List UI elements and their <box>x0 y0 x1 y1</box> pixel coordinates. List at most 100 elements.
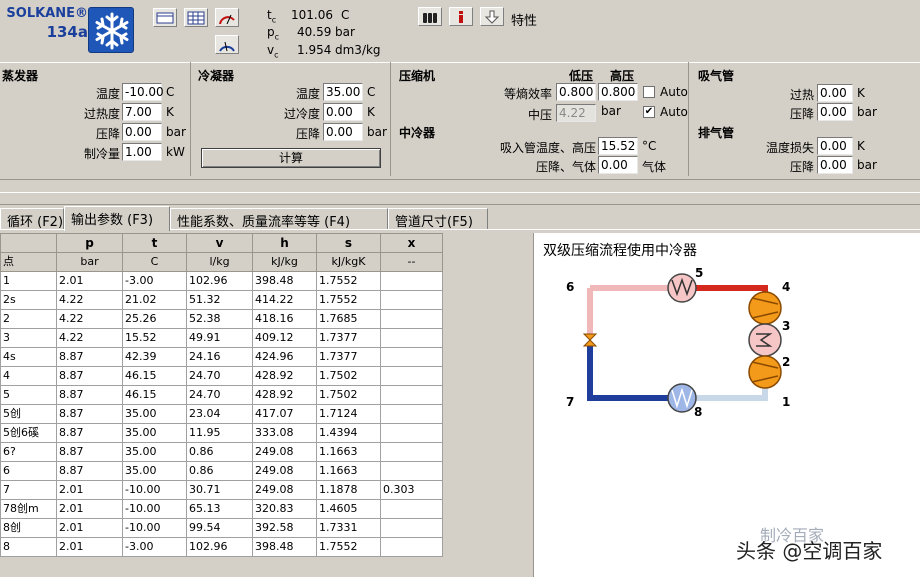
table-row[interactable]: 4 8.87 46.15 24.70 428.92 1.7502 <box>0 366 443 386</box>
table-row[interactable]: 5创6磎 8.87 35.00 11.95 333.08 1.4394 <box>0 423 443 443</box>
table-cell: 1.7124 <box>316 404 381 424</box>
cylinders-icon[interactable] <box>418 7 442 26</box>
table-cell: 35.00 <box>122 461 187 481</box>
mid-pressure-input[interactable]: 4.22 <box>556 104 596 122</box>
prop-tc: tc 101.06 C <box>267 8 350 25</box>
auto-mid-pressure-checkbox[interactable]: ✔ <box>643 106 655 118</box>
table-cell: 8 <box>0 537 57 557</box>
cond-temp-label: 温度 <box>295 87 320 101</box>
table-cell: 398.48 <box>252 537 317 557</box>
evap-capacity-label: 制冷量 <box>83 147 120 161</box>
tab-performance[interactable]: 性能系数、质量流率等等 (F4) <box>170 208 388 230</box>
table-cell: 1.7552 <box>316 537 381 557</box>
auto-efficiency-label: Auto <box>660 85 688 99</box>
table-cell: 30.71 <box>186 480 253 500</box>
evap-capacity-input[interactable]: 1.00 <box>122 143 162 161</box>
calculate-button[interactable]: 计算 <box>201 148 381 168</box>
down-arrow-icon[interactable] <box>480 7 504 26</box>
high-pressure-label: 高压 <box>610 69 635 83</box>
auto-efficiency-checkbox[interactable] <box>643 86 655 98</box>
evap-temp-input[interactable]: -10.00 <box>122 83 164 101</box>
table-row[interactable]: 5 8.87 46.15 24.70 428.92 1.7502 <box>0 385 443 405</box>
table-cell: -10.00 <box>122 480 187 500</box>
tab-pipe-sizes[interactable]: 管道尺寸(F5) <box>388 208 488 230</box>
table-cell: 1 <box>0 271 57 291</box>
evaporator-icon <box>667 383 697 413</box>
info-icon[interactable] <box>449 7 473 26</box>
table-cell: 102.96 <box>186 271 253 291</box>
table-row[interactable]: 4s 8.87 42.39 24.16 424.96 1.7377 <box>0 347 443 367</box>
suction-drop-input[interactable]: 0.00 <box>817 103 853 121</box>
table-cell: 4 <box>0 366 57 386</box>
table-row[interactable]: 6? 8.87 35.00 0.86 249.08 1.1663 <box>0 442 443 462</box>
table-units-row: 点 bar Cl/kg kJ/kg kJ/kgK -- <box>0 252 443 272</box>
table-cell: 1.7552 <box>316 271 381 291</box>
table-row[interactable]: 7 2.01 -10.00 30.71 249.08 1.1878 0.303 <box>0 480 443 500</box>
table-row[interactable]: 5创 8.87 35.00 23.04 417.07 1.7124 <box>0 404 443 424</box>
intercooler-drop-input[interactable]: 0.00 <box>598 156 638 174</box>
discharge-line-title: 排气管 <box>698 126 735 140</box>
cond-drop-input[interactable]: 0.00 <box>323 123 363 141</box>
gauge-icon[interactable] <box>215 8 239 27</box>
table-row[interactable]: 8 2.01 -3.00 102.96 398.48 1.7552 <box>0 537 443 557</box>
cond-drop-label: 压降 <box>295 127 320 141</box>
panel-splitter[interactable] <box>0 179 920 193</box>
evap-superheat-input[interactable]: 7.00 <box>122 103 162 121</box>
properties-label: 特性 <box>511 14 538 29</box>
table-row[interactable]: 2s 4.22 21.02 51.32 414.22 1.7552 <box>0 290 443 310</box>
table-cell: 2.01 <box>56 271 123 291</box>
discharge-drop-input[interactable]: 0.00 <box>817 156 853 174</box>
table-row[interactable]: 2 4.22 25.26 52.38 418.16 1.7685 <box>0 309 443 329</box>
table-cell: 35.00 <box>122 423 187 443</box>
suction-drop-label: 压降 <box>789 107 814 121</box>
tab-cycle[interactable]: 循环 (F2) <box>0 208 64 230</box>
table-row[interactable]: 3 4.22 15.52 49.91 409.12 1.7377 <box>0 328 443 348</box>
table-cell: 428.92 <box>252 366 317 386</box>
table-body: 1 2.01 -3.00 102.96 398.48 1.7552 2s 4.22 21.02 5… <box>0 271 443 557</box>
table-row[interactable]: 6 8.87 35.00 0.86 249.08 1.1663 <box>0 461 443 481</box>
discharge-temploss-input[interactable]: 0.00 <box>817 137 853 155</box>
evap-superheat-label: 过热度 <box>83 107 120 121</box>
table-cell: 24.70 <box>186 366 253 386</box>
table-cell: 418.16 <box>252 309 317 329</box>
table-cell: 4.22 <box>56 290 123 310</box>
table-cell: 1.4605 <box>316 499 381 519</box>
table-cell: 4.22 <box>56 328 123 348</box>
table-cell: 4s <box>0 347 57 367</box>
efficiency-low-input[interactable]: 0.800 <box>556 83 596 101</box>
watermark-bottom: 头条 @空调百家 <box>736 539 883 563</box>
table-cell <box>380 537 443 557</box>
table-cell: 398.48 <box>252 271 317 291</box>
point-label-1: 1 <box>782 395 790 409</box>
table-cell <box>380 271 443 291</box>
point-label-8: 8 <box>694 405 702 419</box>
point-label-3: 3 <box>782 319 790 333</box>
cond-temp-input[interactable]: 35.00 <box>323 83 363 101</box>
table-view-icon[interactable] <box>153 8 177 27</box>
table-cell: 8.87 <box>56 385 123 405</box>
table-cell: 7 <box>0 480 57 500</box>
efficiency-high-input[interactable]: 0.800 <box>598 83 638 101</box>
table-cell: 8.87 <box>56 347 123 367</box>
grid-view-icon[interactable] <box>184 8 208 27</box>
table-cell <box>380 309 443 329</box>
gauge2-icon[interactable] <box>215 35 239 54</box>
evap-drop-input[interactable]: 0.00 <box>122 123 162 141</box>
suction-line-title: 吸气管 <box>698 69 735 83</box>
table-cell: 25.26 <box>122 309 187 329</box>
column-header: p <box>56 233 123 253</box>
table-cell: 24.16 <box>186 347 253 367</box>
tab-output-params[interactable]: 输出参数 (F3) <box>64 206 170 231</box>
intercooler-temp-input[interactable]: 15.52 <box>598 137 638 155</box>
table-row[interactable]: 1 2.01 -3.00 102.96 398.48 1.7552 <box>0 271 443 291</box>
table-cell <box>380 518 443 538</box>
table-row[interactable]: 8创 2.01 -10.00 99.54 392.58 1.7331 <box>0 518 443 538</box>
discharge-temploss-label: 温度损失 <box>765 141 814 155</box>
table-cell: 46.15 <box>122 385 187 405</box>
table-row[interactable]: 78创m 2.01 -10.00 65.13 320.83 1.4605 <box>0 499 443 519</box>
suction-superheat-input[interactable]: 0.00 <box>817 84 853 102</box>
table-cell: 8.87 <box>56 461 123 481</box>
cond-subcool-input[interactable]: 0.00 <box>323 103 363 121</box>
expansion-valve-icon <box>582 333 598 347</box>
table-cell: 1.7331 <box>316 518 381 538</box>
